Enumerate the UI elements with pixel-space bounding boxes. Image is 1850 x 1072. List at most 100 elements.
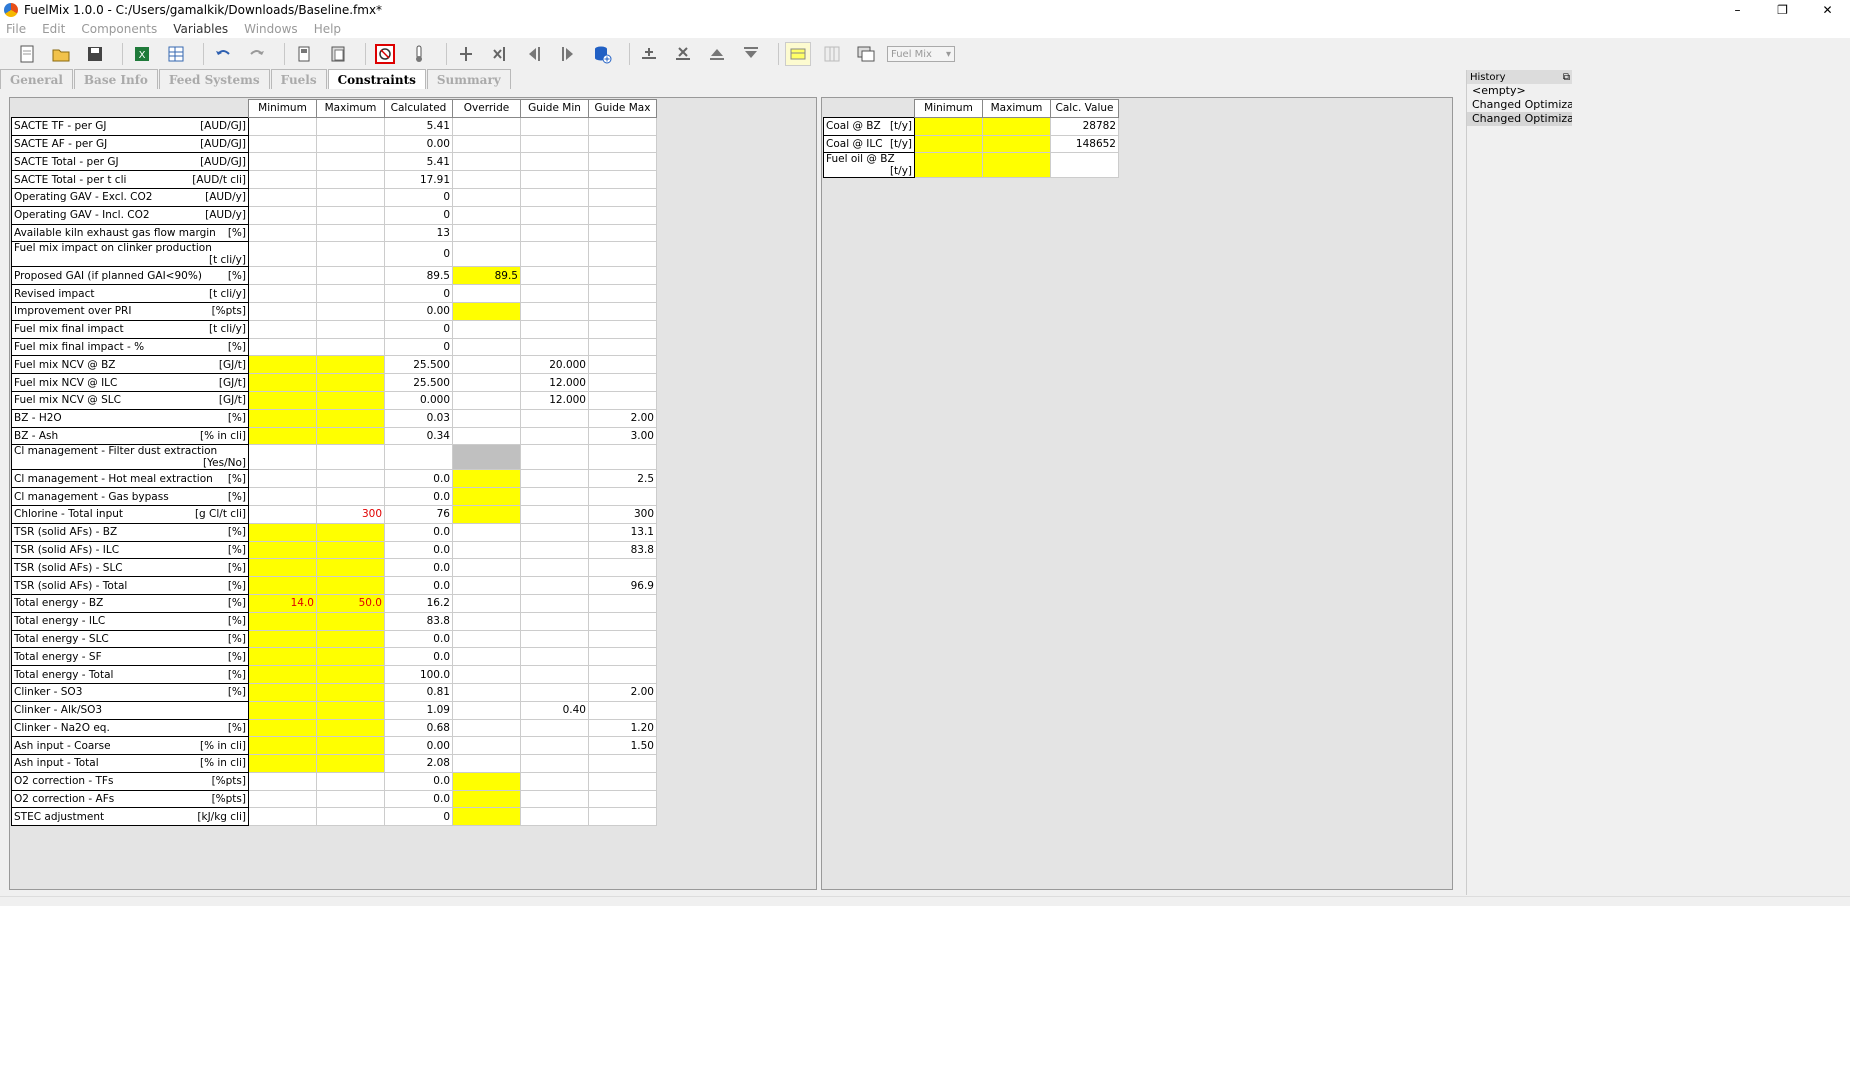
cell-calc-value[interactable] [1050,152,1119,179]
cell-calculated[interactable]: 2.08 [384,754,453,773]
cell-guide-max[interactable] [588,611,657,631]
cell-guide-max[interactable]: 2.5 [588,469,657,489]
cell-maximum[interactable] [316,152,385,172]
minimize-button[interactable]: – [1715,0,1760,20]
float-panel-icon[interactable]: ⧉ [1563,72,1570,83]
cell-guide-max[interactable] [588,807,657,827]
cell-override[interactable] [452,522,521,542]
cell-guide-max[interactable] [588,134,657,154]
cell-override[interactable] [452,504,521,524]
cell-maximum[interactable]: 300 [316,504,385,524]
cell-guide-max[interactable] [588,700,657,720]
cell-maximum[interactable] [316,319,385,339]
cell-calculated[interactable]: 0.03 [384,408,453,428]
cell-guide-max[interactable] [588,266,657,286]
cell-guide-max[interactable] [588,355,657,375]
cell-guide-min[interactable] [520,647,589,667]
cell-guide-min[interactable] [520,807,589,827]
open-file-button[interactable] [48,42,74,66]
cell-maximum[interactable] [316,426,385,446]
cell-maximum[interactable] [316,682,385,702]
tab-feed-systems[interactable]: Feed Systems [158,69,270,89]
cell-maximum[interactable] [316,266,385,286]
cell-override[interactable] [452,426,521,446]
cell-minimum[interactable] [248,469,317,489]
cell-minimum[interactable] [914,116,983,136]
cell-guide-max[interactable] [588,319,657,339]
cell-guide-min[interactable] [520,266,589,286]
cell-guide-max[interactable] [588,444,657,471]
cell-override[interactable] [452,665,521,684]
cell-guide-max[interactable] [588,647,657,667]
cell-override[interactable] [452,223,521,243]
cell-guide-min[interactable] [520,284,589,303]
cell-override[interactable] [452,647,521,667]
close-button[interactable]: ✕ [1805,0,1850,20]
table-view-button[interactable] [163,42,189,66]
cell-maximum[interactable] [316,736,385,756]
cell-calculated[interactable]: 0 [384,205,453,225]
cell-calculated[interactable]: 0.0 [384,487,453,506]
cell-guide-min[interactable] [520,301,589,321]
cell-override[interactable] [452,408,521,428]
cell-guide-max[interactable] [588,205,657,225]
cell-override[interactable] [452,540,521,560]
cell-calculated[interactable]: 5.41 [384,116,453,136]
thermometer-button[interactable] [406,42,432,66]
cell-override[interactable] [452,355,521,375]
column-header-guide-min[interactable]: Guide Min [520,99,589,118]
menu-windows[interactable]: Windows [244,22,298,36]
cell-guide-max[interactable] [588,754,657,773]
cell-guide-min[interactable] [520,187,589,207]
column-header-calc-value[interactable]: Calc. Value [1050,99,1119,118]
cell-minimum[interactable] [248,426,317,446]
cell-guide-max[interactable] [588,223,657,243]
cell-calculated[interactable]: 83.8 [384,611,453,631]
cell-guide-min[interactable] [520,469,589,489]
cell-minimum[interactable] [248,647,317,667]
insert-column-button[interactable] [453,42,479,66]
cell-guide-max[interactable] [588,771,657,791]
cell-minimum[interactable] [248,390,317,410]
cell-calculated[interactable]: 0.0 [384,789,453,809]
cell-guide-max[interactable] [588,116,657,136]
cell-minimum[interactable] [248,789,317,809]
move-left-button[interactable] [521,42,547,66]
cell-guide-min[interactable] [520,241,589,268]
cell-calculated[interactable] [384,444,453,471]
cell-guide-min[interactable] [520,426,589,446]
cell-minimum[interactable] [248,223,317,243]
cell-calculated[interactable]: 0.68 [384,718,453,738]
cell-guide-min[interactable]: 12.000 [520,390,589,410]
column-header-maximum[interactable]: Maximum [982,99,1051,118]
cell-guide-max[interactable]: 1.20 [588,718,657,738]
cell-calculated[interactable]: 0.81 [384,682,453,702]
cell-maximum[interactable] [316,629,385,649]
windows-button[interactable] [853,42,879,66]
cell-override[interactable] [452,807,521,827]
cell-maximum[interactable] [316,134,385,154]
cell-maximum[interactable] [316,170,385,189]
cell-guide-min[interactable] [520,522,589,542]
cell-minimum[interactable] [248,665,317,684]
cell-override[interactable] [452,558,521,578]
optimize-button[interactable] [372,42,398,66]
delete-row-button[interactable] [670,42,696,66]
cell-guide-min[interactable] [520,205,589,225]
cell-guide-min[interactable] [520,170,589,189]
cell-minimum[interactable] [248,771,317,791]
column-header-override[interactable]: Override [452,99,521,118]
cell-calculated[interactable]: 0.00 [384,301,453,321]
cell-maximum[interactable]: 50.0 [316,593,385,613]
tab-fuels[interactable]: Fuels [270,69,327,89]
column-header-maximum[interactable]: Maximum [316,99,385,118]
cell-maximum[interactable] [316,647,385,667]
cell-calculated[interactable]: 0.34 [384,426,453,446]
cell-minimum[interactable] [248,487,317,506]
cell-maximum[interactable] [316,205,385,225]
tab-constraints[interactable]: Constraints [327,69,426,89]
history-item[interactable]: Changed Optimization [1467,112,1572,126]
cell-guide-min[interactable] [520,789,589,809]
cell-guide-min[interactable] [520,319,589,339]
cell-maximum[interactable] [316,390,385,410]
